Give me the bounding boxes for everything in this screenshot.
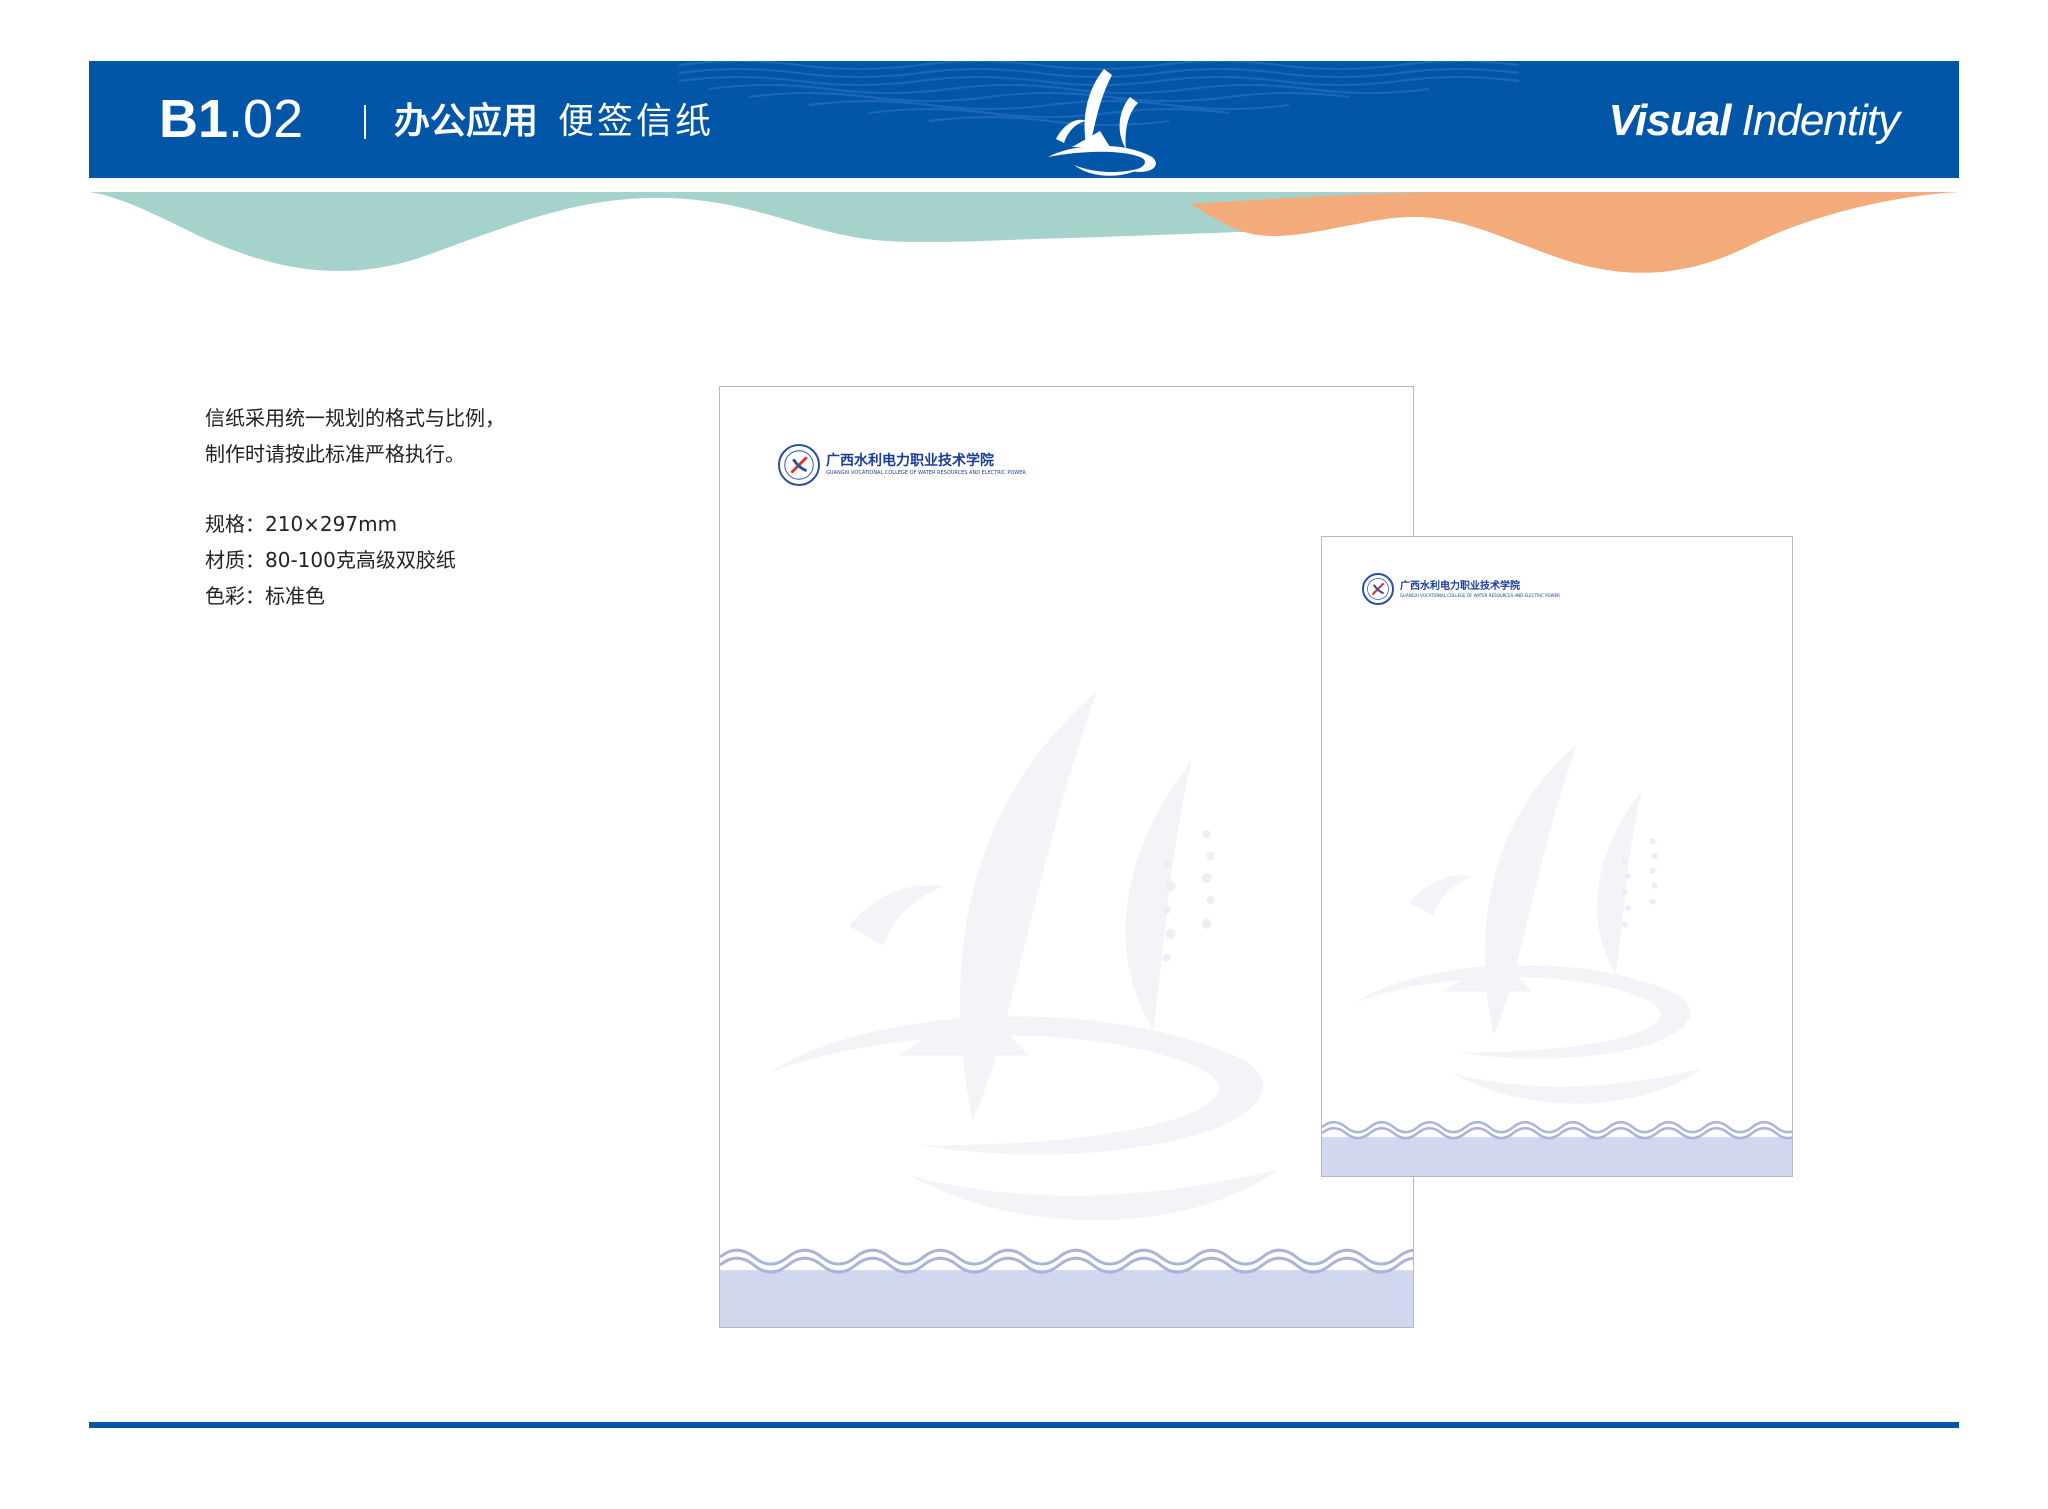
letterhead-small: 广西水利电力职业技术学院 GUANGXI VOCATIONAL COLLEGE … [1321, 536, 1793, 1177]
school-name-en: GUANGXI VOCATIONAL COLLEGE OF WATER RESO… [826, 470, 1026, 476]
small-background-art [1322, 744, 1792, 1176]
small-school-name: 广西水利电力职业技术学院 GUANGXI VOCATIONAL COLLEGE … [1400, 581, 1560, 598]
school-seal-icon [1362, 573, 1394, 605]
material-line: 材质：80-100克高级双胶纸 [205, 548, 456, 572]
vi-title-bold: Visual [1608, 96, 1731, 145]
header-divider [364, 105, 366, 139]
decorative-waves [89, 192, 1959, 273]
spec-line: 规格：210×297mm [205, 512, 398, 536]
section-code-major: B1 [159, 89, 229, 149]
orange-wave [1189, 192, 1959, 273]
header-banner: B1.02 办公应用 便签信纸 Visual Indentity [89, 61, 1959, 178]
section-title: 办公应用 便签信纸 [394, 99, 714, 145]
a4-school-name: 广西水利电力职业技术学院 GUANGXI VOCATIONAL COLLEGE … [826, 453, 1026, 477]
footer-rule [89, 1422, 1959, 1428]
description-line-1: 信纸采用统一规划的格式与比例， [205, 406, 505, 430]
vi-title-rest: Indentity [1730, 96, 1900, 145]
section-title-main: 办公应用 [394, 101, 539, 142]
a4-footer-band [720, 1270, 1413, 1327]
small-school-logo: 广西水利电力职业技术学院 GUANGXI VOCATIONAL COLLEGE … [1362, 573, 1560, 605]
school-seal-icon [778, 444, 820, 486]
description-line-2: 制作时请按此标准严格执行。 [205, 442, 465, 466]
section-code-minor: .02 [228, 89, 304, 149]
small-footer-band [1322, 1137, 1792, 1176]
letterhead-a4: 广西水利电力职业技术学院 GUANGXI VOCATIONAL COLLEGE … [719, 386, 1414, 1328]
visual-identity-title: Visual Indentity [1608, 93, 1900, 149]
a4-background-art [720, 691, 1413, 1327]
sail-wave-logo-icon [1048, 69, 1156, 176]
section-code: B1.02 [159, 89, 303, 149]
description-block: 信纸采用统一规划的格式与比例， 制作时请按此标准严格执行。 规格：210×297… [205, 400, 505, 614]
section-title-sub: 便签信纸 [558, 101, 715, 142]
school-name-cn: 广西水利电力职业技术学院 [1400, 580, 1520, 592]
school-name-cn: 广西水利电力职业技术学院 [826, 453, 994, 469]
school-name-en: GUANGXI VOCATIONAL COLLEGE OF WATER RESO… [1400, 592, 1560, 598]
color-line: 色彩：标准色 [205, 584, 325, 608]
a4-school-logo: 广西水利电力职业技术学院 GUANGXI VOCATIONAL COLLEGE … [778, 444, 1026, 486]
